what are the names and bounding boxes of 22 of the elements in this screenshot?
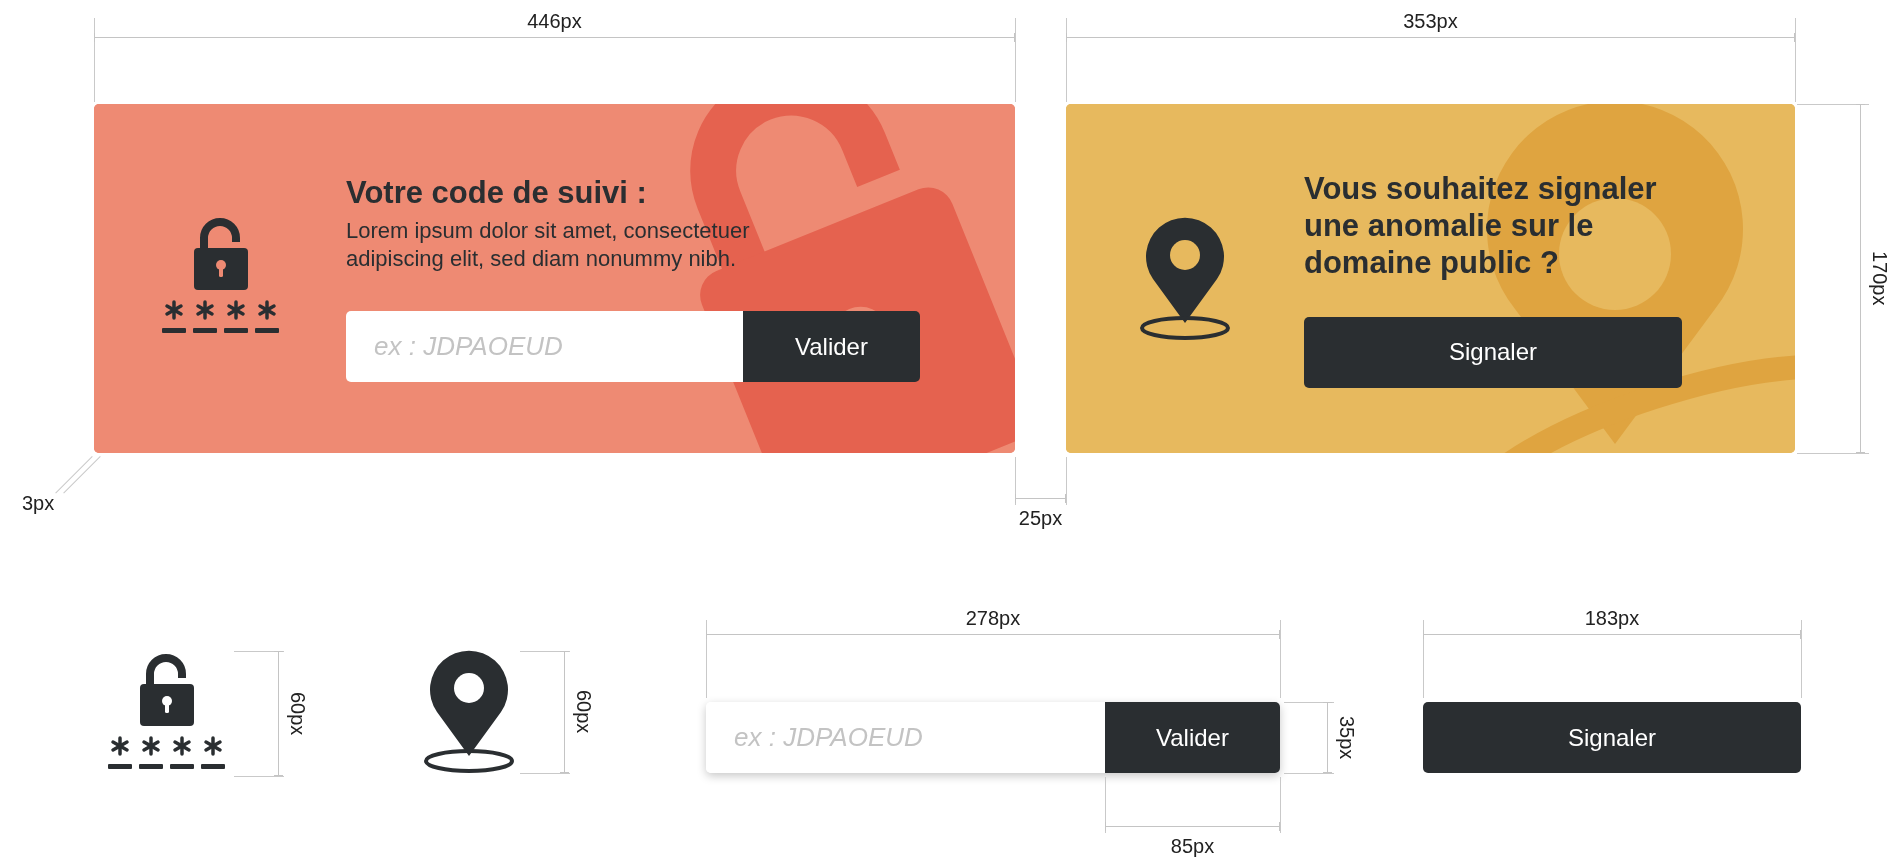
card-title: Vous souhaitez signaler une anomalie sur le domaine public ? bbox=[1304, 169, 1658, 281]
dimension-label: 278px bbox=[965, 607, 1021, 630]
dimension-label: 183px bbox=[1584, 607, 1640, 630]
tracking-code-field[interactable]: ex : JDPAOEUD bbox=[706, 702, 1105, 773]
location-pin-icon bbox=[1138, 216, 1232, 341]
dimension-label: 60px bbox=[286, 691, 309, 736]
dimension-label: 35px bbox=[1335, 715, 1358, 760]
dimension-label: 85px bbox=[1170, 835, 1215, 858]
dimension-label: 25px bbox=[1018, 507, 1063, 530]
card-description: Lorem ipsum dolor sit amet, consectetuer adipiscing elit, sed diam nonummy nibh. bbox=[346, 217, 751, 273]
tracking-code-field[interactable]: ex : JDPAOEUD bbox=[346, 311, 743, 382]
location-pin-icon bbox=[422, 650, 516, 774]
validate-button[interactable]: Valider bbox=[743, 311, 920, 382]
dimension-label: 446px bbox=[527, 10, 582, 33]
dimension-label: 353px bbox=[1403, 10, 1458, 33]
card-title: Votre code de suivi : bbox=[346, 175, 648, 211]
report-button[interactable]: Signaler bbox=[1423, 702, 1801, 773]
dimension-label: 170px bbox=[1868, 251, 1891, 306]
dimension-label: 60px bbox=[572, 690, 595, 734]
report-button[interactable]: Signaler bbox=[1304, 316, 1682, 388]
dimension-label: 3px bbox=[22, 492, 55, 515]
validate-button[interactable]: Valider bbox=[1105, 702, 1280, 773]
